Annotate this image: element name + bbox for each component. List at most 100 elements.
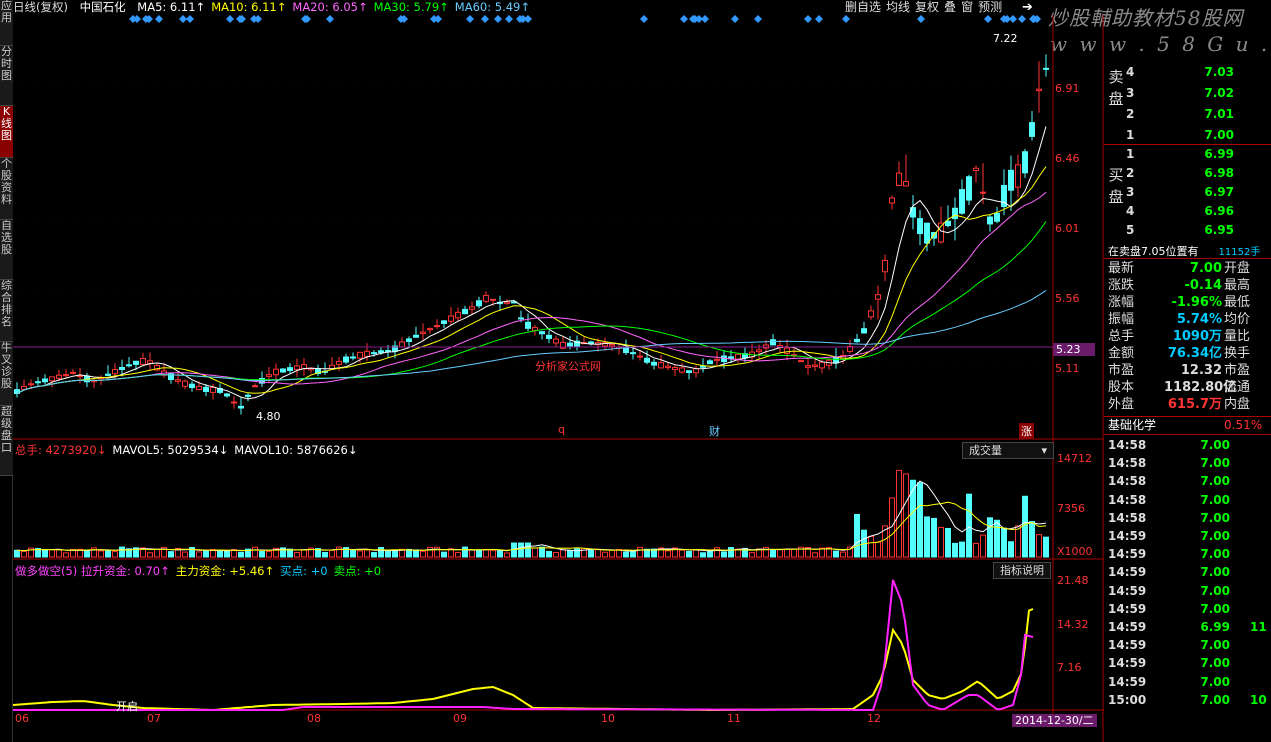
toolbar-button[interactable]: 预测 <box>978 0 1002 15</box>
pull-fund-line <box>13 579 1034 711</box>
ask-row[interactable]: 1 7.00 <box>1104 125 1271 145</box>
candlestick <box>42 374 48 385</box>
bid-price: 6.98 <box>1204 166 1234 180</box>
left-tab-4[interactable]: 自选股 <box>0 220 13 280</box>
left-tab-2[interactable]: K线图 <box>0 106 13 158</box>
signal-marker <box>434 15 442 23</box>
signal-marker <box>179 15 187 23</box>
volume-selector[interactable]: 成交量 ▾ <box>962 442 1054 459</box>
kline-chart-area[interactable] <box>13 15 1105 742</box>
indicator-help-button[interactable]: 指标说明 <box>993 562 1051 579</box>
candlestick <box>231 396 237 409</box>
ask-row[interactable]: 3 7.02 <box>1104 83 1271 103</box>
candlestick <box>469 301 475 315</box>
signal-marker <box>494 15 502 23</box>
tick-time: 14:59 <box>1108 601 1147 616</box>
tick-time: 14:59 <box>1108 656 1147 671</box>
candlestick <box>798 360 804 363</box>
bid-row[interactable]: 1 6.99 <box>1104 144 1271 164</box>
volume-bar <box>588 548 594 558</box>
volume-bar <box>371 552 377 558</box>
volume-bar <box>406 548 412 558</box>
volume-bar <box>63 552 69 558</box>
candlestick <box>861 321 867 334</box>
quote-value: 76.34亿 <box>1167 346 1222 361</box>
volume-bar <box>952 542 958 558</box>
candlestick <box>1015 154 1021 198</box>
ma-legend-item: MA20: 6.05↑ <box>292 0 368 14</box>
signal-marker <box>680 15 688 23</box>
quote-label: 市盈 <box>1108 363 1135 378</box>
dropdown-arrow-icon[interactable]: ➔ <box>1022 0 1033 15</box>
candlestick <box>987 215 993 232</box>
indicator-legend-item: 卖点: +0 <box>333 564 382 578</box>
volume-bar <box>595 548 601 558</box>
volume-bar <box>532 547 538 558</box>
x-axis-label: 06 <box>15 712 29 725</box>
tick-price: 7.00 <box>1200 692 1230 707</box>
left-tab-6[interactable]: 牛叉诊股 <box>0 342 13 406</box>
bid-level: 2 <box>1126 166 1135 180</box>
candlestick <box>679 362 685 374</box>
ask-row[interactable]: 4 7.03 <box>1104 62 1271 82</box>
left-tab-1[interactable]: 分时图 <box>0 46 13 106</box>
volume-bar <box>637 546 643 558</box>
quote-panel: 卖盘 4 7.03 3 7.02 2 7.01 1 7.00 买盘 1 6.99 2 6.98 3 6.97 4… <box>1104 60 1271 742</box>
tick-price: 7.00 <box>1200 492 1230 507</box>
candlestick <box>406 336 412 347</box>
tick-volume: 10 <box>1250 692 1267 707</box>
price-axis-label: 5.11 <box>1055 362 1080 375</box>
candlestick <box>126 357 132 368</box>
toolbar-button[interactable]: 删自选 <box>845 0 881 15</box>
volume-bar <box>833 550 839 558</box>
ma-legend-item: MA10: 6.11↑ <box>211 0 287 14</box>
candlestick <box>770 333 776 346</box>
tick-time: 14:58 <box>1108 474 1147 489</box>
toolbar-button[interactable]: 窗 <box>961 0 973 15</box>
candlestick <box>784 339 790 361</box>
quote-label: 最新 <box>1108 261 1135 276</box>
volume-bar <box>1008 541 1014 558</box>
sector-change: 0.51% <box>1224 418 1263 432</box>
bid-level: 5 <box>1126 223 1135 237</box>
volume-bar <box>168 551 174 558</box>
volume-bar <box>1043 536 1049 558</box>
toolbar-button[interactable]: 叠 <box>944 0 956 15</box>
sector-row[interactable]: 基础化学 0.51% <box>1108 417 1271 433</box>
left-tab-0[interactable]: 应用 <box>0 0 13 46</box>
bid-price: 6.96 <box>1204 204 1234 218</box>
volume-bar <box>49 549 55 558</box>
toolbar-button[interactable]: 复权 <box>915 0 939 15</box>
bid-row[interactable]: 2 6.98 <box>1104 163 1271 183</box>
tick-time: 14:58 <box>1108 492 1147 507</box>
indicator-axis-label: 21.48 <box>1057 574 1089 587</box>
toolbar-button[interactable]: 均线 <box>886 0 910 15</box>
volume-bar <box>525 542 531 558</box>
bid-row[interactable]: 5 6.95 <box>1104 220 1271 240</box>
bid-row[interactable]: 3 6.97 <box>1104 182 1271 202</box>
candlestick <box>224 392 230 398</box>
candlestick <box>651 359 657 370</box>
left-tab-3[interactable]: 个股资料 <box>0 158 13 220</box>
candlestick <box>280 368 286 373</box>
chevron-down-icon: ▾ <box>1041 444 1047 457</box>
tick-row: 14:58 7.00 <box>1104 472 1271 490</box>
volume-bar <box>42 549 48 558</box>
candlestick <box>427 327 433 334</box>
bid-row[interactable]: 4 6.96 <box>1104 201 1271 221</box>
candlestick <box>693 365 699 378</box>
volume-bar <box>413 549 419 558</box>
tick-time: 14:59 <box>1108 674 1147 689</box>
volume-bar <box>378 547 384 558</box>
candlestick <box>455 307 461 322</box>
volume-bar <box>553 551 559 558</box>
left-tab-7[interactable]: 超级盘口 <box>0 406 13 476</box>
volume-bar <box>196 551 202 558</box>
tick-price: 7.00 <box>1200 456 1230 471</box>
period-label[interactable]: 日线(复权) <box>13 0 68 14</box>
left-tab-5[interactable]: 综合排名 <box>0 280 13 342</box>
volume-bar <box>749 552 755 558</box>
ask-row[interactable]: 2 7.01 <box>1104 104 1271 124</box>
candlestick <box>238 397 244 415</box>
quote-label: 外盘 <box>1108 397 1135 412</box>
